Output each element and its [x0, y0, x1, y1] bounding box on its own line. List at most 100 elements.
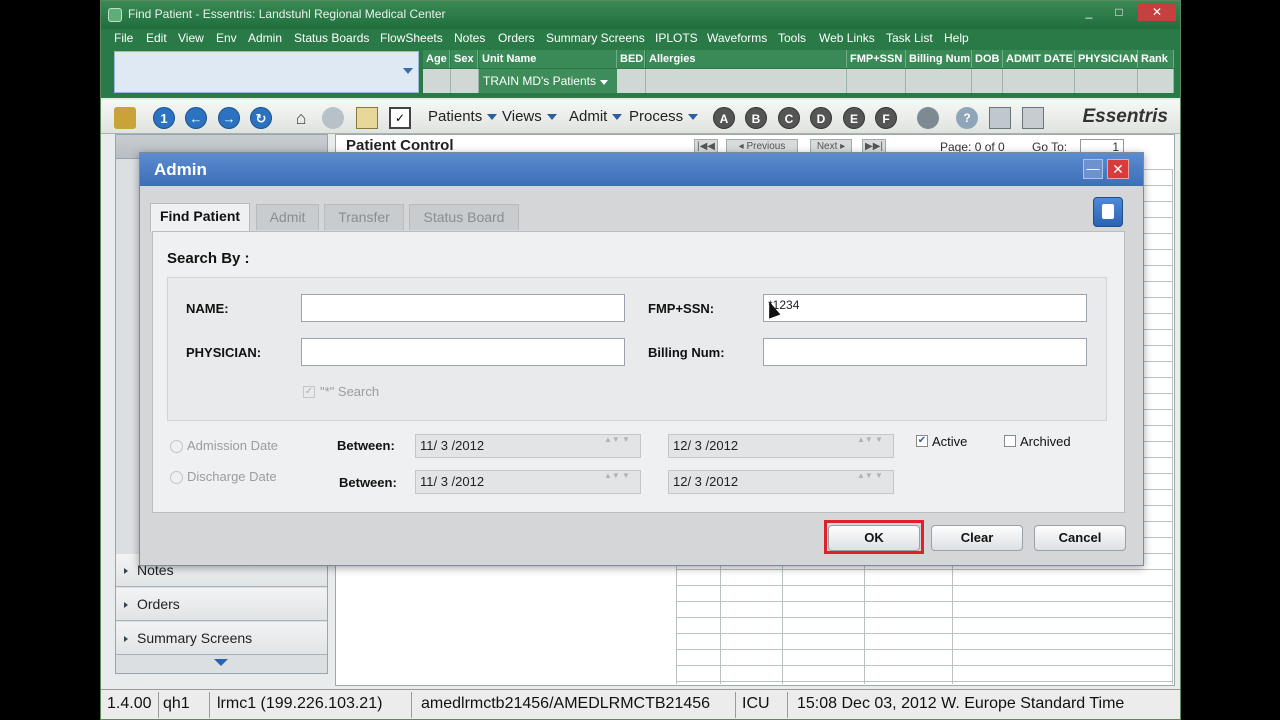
- chart-icon[interactable]: [989, 107, 1011, 129]
- dialog-close-button[interactable]: ✕: [1107, 159, 1129, 179]
- process-menu[interactable]: Process: [629, 108, 699, 125]
- lock-icon[interactable]: [114, 107, 136, 129]
- menu-waveforms[interactable]: Waveforms: [707, 31, 767, 45]
- status-workstation: amedlrmctb21456/AMEDLRMCTB21456: [421, 695, 711, 712]
- letter-f-button[interactable]: F: [875, 107, 897, 129]
- admission-date-radio[interactable]: [170, 440, 183, 453]
- menu-task-list[interactable]: Task List: [886, 31, 933, 45]
- scroll-down-icon[interactable]: [214, 659, 228, 666]
- fmp-ssn-input[interactable]: *1234: [763, 294, 1087, 322]
- menu-summary-screens[interactable]: Summary Screens: [546, 31, 645, 45]
- discharge-date-radio[interactable]: [170, 471, 183, 484]
- physician-input[interactable]: [301, 338, 625, 366]
- clear-button[interactable]: Clear: [931, 525, 1023, 551]
- col-unit-name: Unit Name: [479, 50, 617, 68]
- maximize-button[interactable]: □: [1104, 3, 1134, 21]
- search-by-heading: Search By :: [167, 250, 250, 267]
- admit-menu[interactable]: Admit: [569, 108, 623, 125]
- active-checkbox[interactable]: ✔: [916, 435, 928, 447]
- tab-status-board[interactable]: Status Board: [409, 204, 519, 230]
- app-icon: [108, 8, 122, 22]
- admission-to-date[interactable]: 12/ 3 /2012 ▲▼ ▼: [668, 434, 894, 458]
- cell-dob: [972, 69, 1003, 93]
- menu-env[interactable]: Env: [216, 31, 237, 45]
- name-input[interactable]: [301, 294, 625, 322]
- letter-b-button[interactable]: B: [745, 107, 767, 129]
- col-age: Age: [423, 50, 450, 68]
- menu-edit[interactable]: Edit: [146, 31, 167, 45]
- menu-flowsheets[interactable]: FlowSheets: [380, 31, 443, 45]
- sidebar-item-summary-screens[interactable]: Summary Screens: [116, 622, 327, 655]
- wildcard-search-checkbox[interactable]: ✓: [303, 386, 315, 398]
- letter-c-button[interactable]: C: [778, 107, 800, 129]
- cell-physician: [1075, 69, 1138, 93]
- sidebar-item-label: Summary Screens: [137, 630, 253, 646]
- chevron-down-icon: [403, 68, 413, 74]
- menu-web-links[interactable]: Web Links: [819, 31, 875, 45]
- minimize-button[interactable]: _: [1074, 3, 1104, 21]
- back-arrow-icon[interactable]: ←: [185, 107, 207, 129]
- forward-arrow-icon[interactable]: →: [218, 107, 240, 129]
- close-button[interactable]: ✕: [1138, 3, 1176, 21]
- home-icon[interactable]: ⌂: [290, 107, 312, 129]
- dialog-title-bar: Admin: [140, 153, 1143, 186]
- menu-status-boards[interactable]: Status Boards: [294, 31, 369, 45]
- discharge-to-date[interactable]: 12/ 3 /2012 ▲▼ ▼: [668, 470, 894, 494]
- grid-col-line: [1172, 169, 1173, 684]
- window-title: Find Patient - Essentris: Landstuhl Regi…: [128, 7, 446, 21]
- menu-file[interactable]: File: [114, 31, 133, 45]
- find-patient-panel: Search By : NAME: FMP+SSN: *1234 PHYSICI…: [152, 231, 1125, 513]
- clipboard-icon[interactable]: [356, 107, 378, 129]
- menu-admin[interactable]: Admin: [248, 31, 282, 45]
- active-label: Active: [932, 434, 968, 449]
- tab-find-patient[interactable]: Find Patient: [150, 203, 250, 232]
- patients-search-icon[interactable]: [322, 107, 344, 129]
- monitor-icon[interactable]: [1022, 107, 1044, 129]
- patients-menu[interactable]: Patients: [428, 108, 498, 125]
- patient-number-button[interactable]: 1: [153, 107, 175, 129]
- tab-admit[interactable]: Admit: [256, 204, 319, 230]
- letter-a-button[interactable]: A: [713, 107, 735, 129]
- dialog-help-icon[interactable]: [1093, 197, 1123, 227]
- discharge-from-date[interactable]: 11/ 3 /2012 ▲▼ ▼: [415, 470, 641, 494]
- date-spinner-icon[interactable]: ▲▼ ▼: [857, 435, 893, 457]
- chevron-down-icon: [487, 114, 498, 121]
- patient-header: Age Sex Unit Name BED Allergies FMP+SSN …: [101, 48, 1180, 98]
- unit-name-dropdown[interactable]: TRAIN MD's Patients: [479, 69, 617, 93]
- archived-checkbox[interactable]: [1004, 435, 1016, 447]
- cell-fmp-ssn: [847, 69, 906, 93]
- menu-view[interactable]: View: [178, 31, 204, 45]
- date-spinner-icon[interactable]: ▲▼ ▼: [604, 471, 640, 493]
- admission-from-date[interactable]: 11/ 3 /2012 ▲▼ ▼: [415, 434, 641, 458]
- cell-allergies: [646, 69, 847, 93]
- sidebar-item-orders[interactable]: Orders: [116, 588, 327, 621]
- letter-d-button[interactable]: D: [810, 107, 832, 129]
- tab-transfer[interactable]: Transfer: [324, 204, 404, 230]
- letter-e-button[interactable]: E: [843, 107, 865, 129]
- chevron-down-icon: [612, 114, 623, 121]
- checklist-icon[interactable]: ✓: [389, 107, 411, 129]
- user-icon[interactable]: [917, 107, 939, 129]
- chevron-down-icon: [599, 80, 608, 85]
- title-bar: Find Patient - Essentris: Landstuhl Regi…: [101, 1, 1180, 29]
- cell-age: [423, 69, 451, 93]
- billing-num-input[interactable]: [763, 338, 1087, 366]
- views-menu[interactable]: Views: [502, 108, 557, 125]
- sidebar-item-label: Orders: [137, 596, 180, 612]
- date-spinner-icon[interactable]: ▲▼ ▼: [604, 435, 640, 457]
- ok-button[interactable]: OK: [828, 525, 920, 551]
- menu-orders[interactable]: Orders: [498, 31, 535, 45]
- col-fmp-ssn: FMP+SSN: [847, 50, 906, 68]
- cancel-button[interactable]: Cancel: [1034, 525, 1126, 551]
- date-spinner-icon[interactable]: ▲▼ ▼: [857, 471, 893, 493]
- views-menu-label: Views: [502, 108, 542, 125]
- refresh-icon[interactable]: ↻: [250, 107, 272, 129]
- menu-iplots[interactable]: IPLOTS: [655, 31, 698, 45]
- help-icon[interactable]: ?: [956, 107, 978, 129]
- cell-bed: [617, 69, 646, 93]
- menu-tools[interactable]: Tools: [778, 31, 806, 45]
- dialog-minimize-button[interactable]: —: [1083, 159, 1103, 179]
- menu-notes[interactable]: Notes: [454, 31, 485, 45]
- patient-selector[interactable]: [114, 51, 419, 93]
- menu-help[interactable]: Help: [944, 31, 969, 45]
